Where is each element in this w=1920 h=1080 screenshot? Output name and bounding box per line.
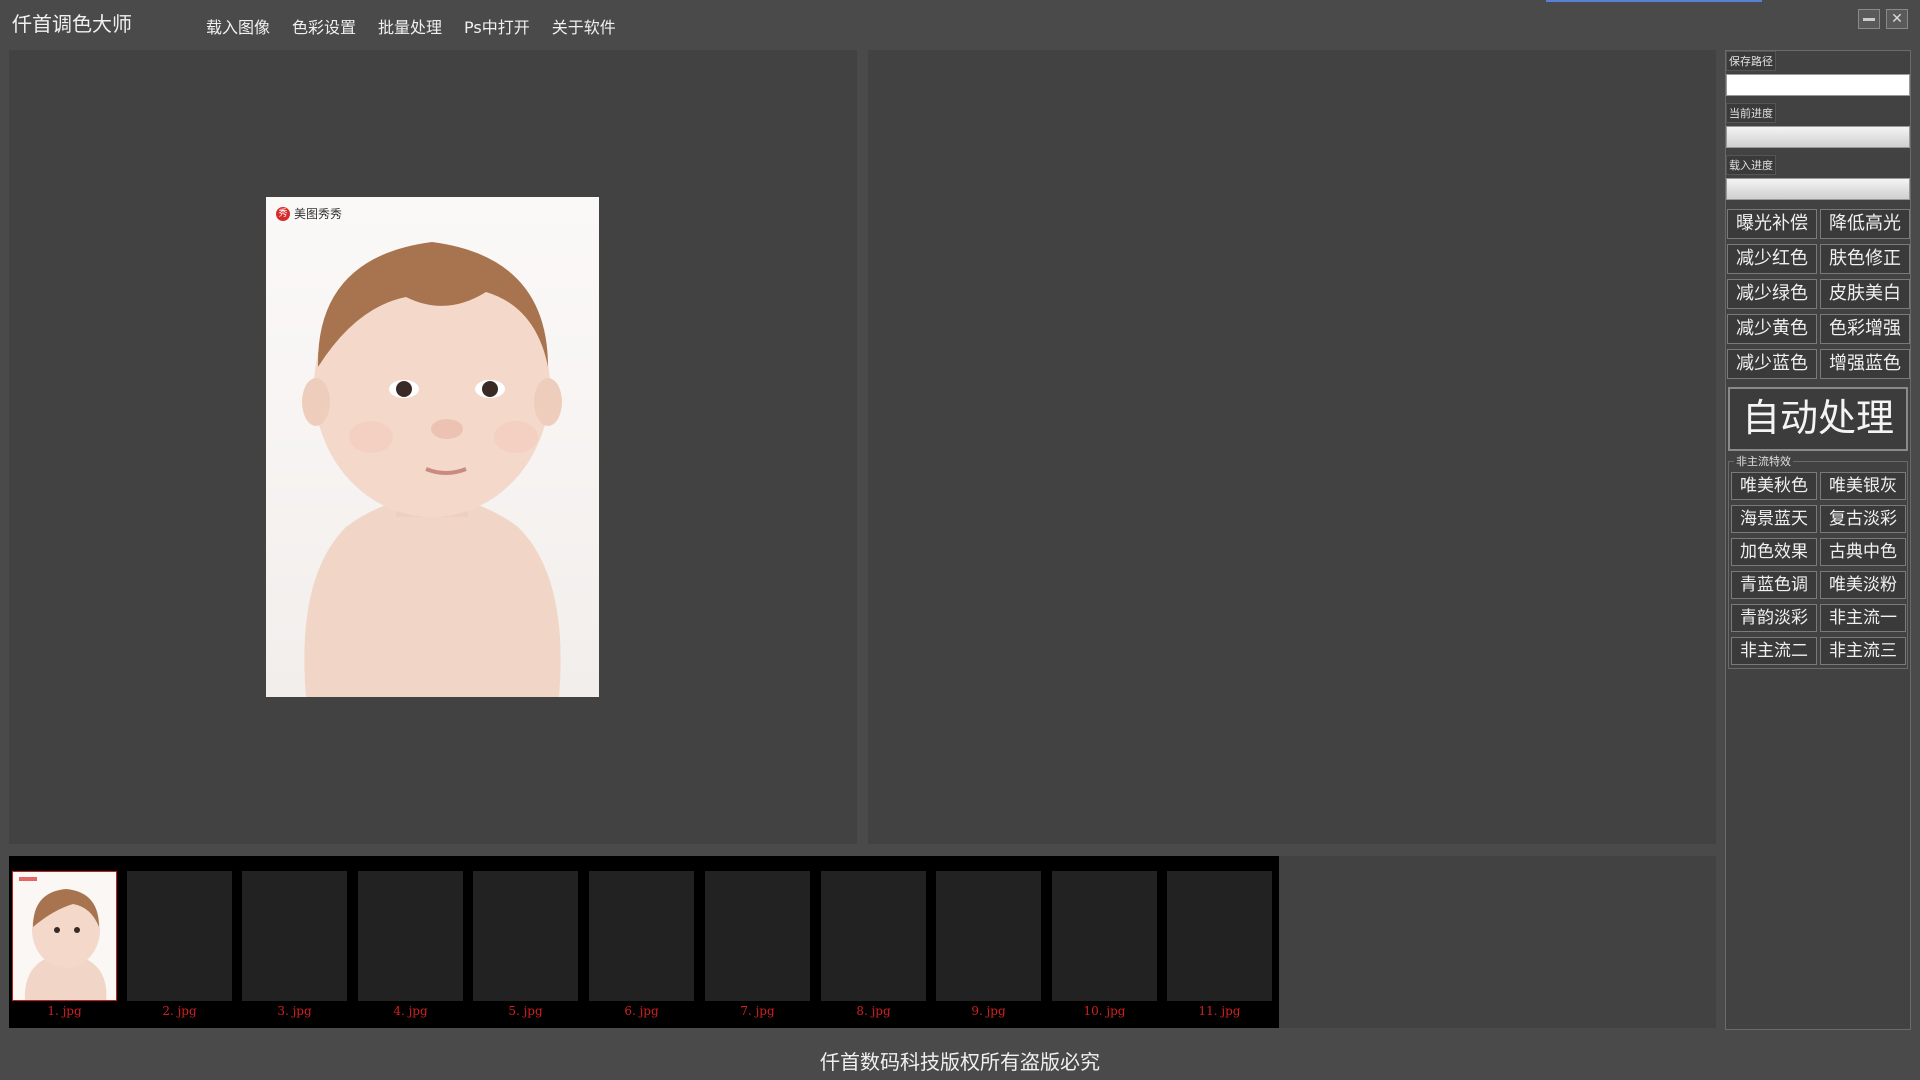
watermark-logo-icon: 秀 [276, 206, 290, 221]
thumbnail-11[interactable] [1167, 871, 1272, 1001]
thumbnail-label: 5. jpg [508, 1004, 543, 1018]
menu-about[interactable]: 关于软件 [552, 14, 616, 38]
exposure-compensation-button[interactable]: 曝光补偿 [1727, 209, 1817, 239]
thumbnail-label: 9. jpg [971, 1004, 1006, 1018]
effect-soft-pink-button[interactable]: 唯美淡粉 [1820, 571, 1906, 599]
menu-batch[interactable]: 批量处理 [378, 14, 442, 38]
thumbnail-label: 3. jpg [277, 1004, 312, 1018]
effect-alt-three-button[interactable]: 非主流三 [1820, 637, 1906, 665]
effect-sea-sky-button[interactable]: 海景蓝天 [1731, 505, 1817, 533]
watermark: 秀 美图秀秀 [276, 205, 342, 222]
thumbnail-label: 8. jpg [856, 1004, 891, 1018]
original-image-panel: 秀 美图秀秀 [9, 50, 857, 844]
thumbnail-label: 11. jpg [1198, 1004, 1241, 1018]
load-progress-label: 载入进度 [1726, 155, 1776, 175]
thumbnail-8[interactable] [821, 871, 926, 1001]
preview-image: 秀 美图秀秀 [266, 197, 599, 697]
thumbnail-area-empty [1279, 856, 1716, 1028]
load-progress-bar [1726, 178, 1910, 200]
copyright-text: 仟首数码科技版权所有盗版必究 [820, 1050, 1100, 1074]
effect-classic-mid-button[interactable]: 古典中色 [1820, 538, 1906, 566]
effect-alt-one-button[interactable]: 非主流一 [1820, 604, 1906, 632]
thumbnail-label: 2. jpg [162, 1004, 197, 1018]
menu-load-image[interactable]: 载入图像 [206, 14, 270, 38]
skin-whitening-button[interactable]: 皮肤美白 [1820, 279, 1910, 309]
thumbnail-10[interactable] [1052, 871, 1157, 1001]
accent-bar [1546, 0, 1762, 2]
minimize-button[interactable] [1858, 9, 1880, 29]
skin-tone-correct-button[interactable]: 肤色修正 [1820, 244, 1910, 274]
watermark-text: 美图秀秀 [294, 207, 343, 221]
menu-color-settings[interactable]: 色彩设置 [292, 14, 356, 38]
thumbnail-label: 10. jpg [1083, 1004, 1126, 1018]
thumbnail-5[interactable] [473, 871, 578, 1001]
app-title: 仟首调色大师 [12, 12, 132, 36]
thumbnail-4[interactable] [358, 871, 463, 1001]
reduce-highlights-button[interactable]: 降低高光 [1820, 209, 1910, 239]
status-bar: 仟首数码科技版权所有盗版必究 [0, 1036, 1920, 1080]
baby-photo [302, 242, 562, 697]
menu-open-in-ps[interactable]: Ps中打开 [464, 14, 530, 38]
thumbnail-label: 1. jpg [47, 1004, 82, 1018]
save-path-label: 保存路径 [1726, 51, 1776, 71]
close-button[interactable]: ✕ [1886, 9, 1908, 29]
thumbnail-label: 6. jpg [624, 1004, 659, 1018]
thumbnail-6[interactable] [589, 871, 694, 1001]
effect-autumn-button[interactable]: 唯美秋色 [1731, 472, 1817, 500]
thumbnail-9[interactable] [936, 871, 1041, 1001]
effect-retro-pastel-button[interactable]: 复古淡彩 [1820, 505, 1906, 533]
current-progress-label: 当前进度 [1726, 103, 1776, 123]
reduce-red-button[interactable]: 减少红色 [1727, 244, 1817, 274]
reduce-green-button[interactable]: 减少绿色 [1727, 279, 1817, 309]
effect-add-color-button[interactable]: 加色效果 [1731, 538, 1817, 566]
thumbnail-3[interactable] [242, 871, 347, 1001]
thumbnail-2[interactable] [127, 871, 232, 1001]
title-bar: 仟首调色大师 载入图像 色彩设置 批量处理 Ps中打开 关于软件 ✕ [0, 0, 1920, 40]
current-progress-bar [1726, 126, 1910, 148]
reduce-yellow-button[interactable]: 减少黄色 [1727, 314, 1817, 344]
effect-cyan-pastel-button[interactable]: 青韵淡彩 [1731, 604, 1817, 632]
enhance-blue-button[interactable]: 增强蓝色 [1820, 349, 1910, 379]
processed-image-panel [868, 50, 1716, 844]
thumbnail-label: 7. jpg [740, 1004, 775, 1018]
effect-cyan-blue-button[interactable]: 青蓝色调 [1731, 571, 1817, 599]
color-enhance-button[interactable]: 色彩增强 [1820, 314, 1910, 344]
thumbnail-1[interactable] [12, 871, 117, 1001]
effect-silver-gray-button[interactable]: 唯美银灰 [1820, 472, 1906, 500]
thumbnail-label: 4. jpg [393, 1004, 428, 1018]
effects-group-title: 非主流特效 [1734, 453, 1793, 469]
thumbnail-baby-photo [13, 872, 116, 1000]
thumbnail-strip[interactable]: 1. jpg 2. jpg 3. jpg 4. jpg 5. jpg 6. jp… [9, 856, 1279, 1028]
reduce-blue-button[interactable]: 减少蓝色 [1727, 349, 1817, 379]
menu-bar: 载入图像 色彩设置 批量处理 Ps中打开 关于软件 [206, 14, 638, 38]
effect-alt-two-button[interactable]: 非主流二 [1731, 637, 1817, 665]
thumbnail-7[interactable] [705, 871, 810, 1001]
auto-process-button[interactable]: 自动处理 [1728, 387, 1908, 451]
save-path-input[interactable] [1726, 74, 1910, 96]
